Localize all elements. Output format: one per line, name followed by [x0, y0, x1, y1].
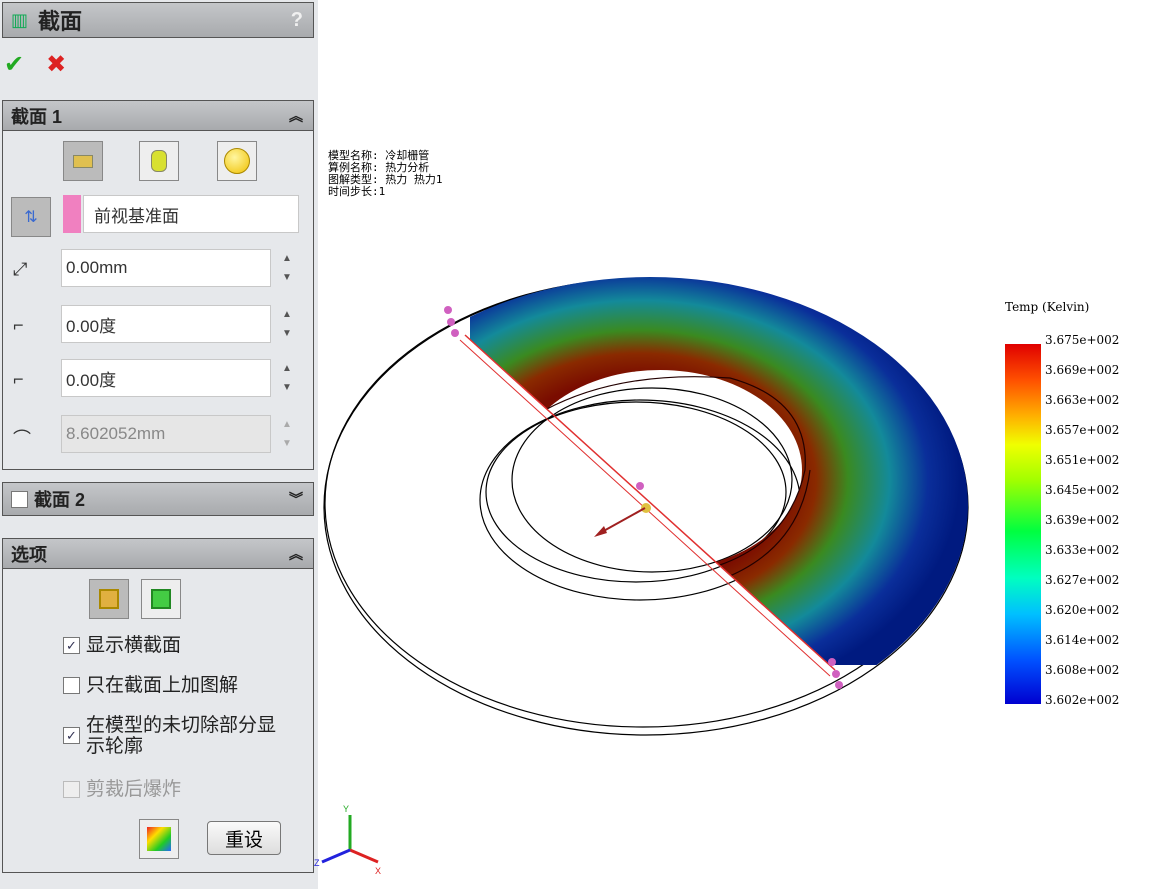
legend-label: 3.675e+002: [1045, 333, 1120, 347]
legend-label: 3.614e+002: [1045, 633, 1120, 647]
legend-label: 3.663e+002: [1045, 393, 1120, 407]
triad-z-label: Z: [314, 858, 320, 868]
legend-label: 3.669e+002: [1045, 363, 1120, 377]
model-viewport[interactable]: Y X Z: [0, 0, 1152, 889]
legend-label: 3.602e+002: [1045, 693, 1120, 707]
legend-label: 3.627e+002: [1045, 573, 1120, 587]
legend-title: Temp (Kelvin): [1005, 300, 1090, 314]
plane-normal-arrow[interactable]: [599, 507, 646, 534]
coordinate-triad: Y X Z: [314, 804, 381, 876]
legend-label: 3.651e+002: [1045, 453, 1120, 467]
legend-color-bar: [1005, 344, 1041, 704]
color-legend: Temp (Kelvin) 3.675e+002 3.669e+002 3.663e…: [1005, 300, 1119, 707]
triad-x-label: X: [375, 866, 381, 876]
legend-label: 3.657e+002: [1045, 423, 1120, 437]
legend-label: 3.633e+002: [1045, 543, 1120, 557]
legend-label: 3.620e+002: [1045, 603, 1120, 617]
legend-label: 3.645e+002: [1045, 483, 1120, 497]
legend-label: 3.639e+002: [1045, 513, 1120, 527]
triad-y-label: Y: [343, 804, 349, 814]
legend-label: 3.608e+002: [1045, 663, 1120, 677]
